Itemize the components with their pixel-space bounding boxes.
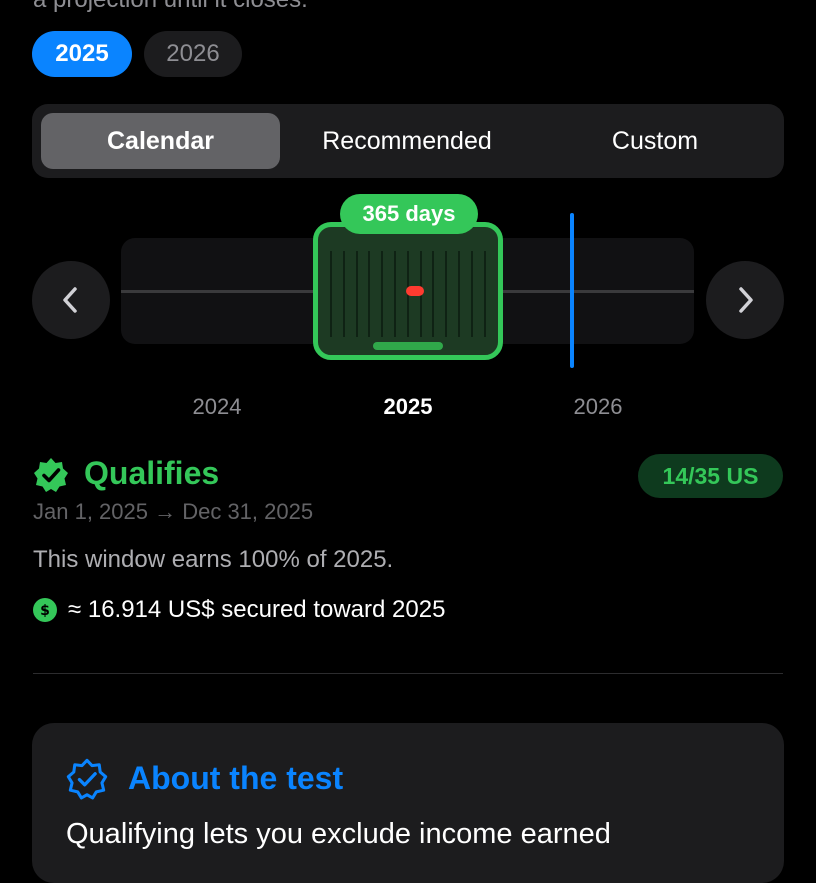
earn-description: This window earns 100% of 2025. <box>33 546 394 573</box>
window-length-badge: 365 days <box>340 194 478 234</box>
qualification-status: Qualifies <box>84 455 220 491</box>
days-count-badge: 14/35 US <box>638 454 783 498</box>
previous-button[interactable] <box>32 261 110 339</box>
window-month-tick <box>445 251 448 337</box>
axis-label-2024: 2024 <box>192 394 242 419</box>
checkmark-seal-icon <box>34 458 68 492</box>
segment-custom[interactable]: Custom <box>532 113 778 169</box>
window-month-tick <box>330 251 332 337</box>
previous-section-text: a projection until it closes. <box>33 0 308 14</box>
about-body: Qualifying lets you exclude income earne… <box>66 818 611 850</box>
segment-calendar[interactable]: Calendar <box>41 113 280 169</box>
svg-text:$: $ <box>40 603 50 619</box>
year-pill-2026[interactable]: 2026 <box>144 31 242 77</box>
today-indicator <box>570 213 574 368</box>
checkmark-seal-outline-icon <box>66 758 108 800</box>
chevron-left-icon <box>63 287 77 313</box>
section-divider <box>33 673 783 674</box>
window-today-marker <box>406 286 424 296</box>
window-month-tick <box>368 251 371 337</box>
window-month-tick <box>470 251 473 337</box>
axis-label-2026: 2026 <box>573 394 623 419</box>
window-month-tick <box>483 251 486 337</box>
about-card <box>32 723 784 883</box>
window-month-tick <box>342 251 345 337</box>
segment-recommended[interactable]: Recommended <box>282 113 532 169</box>
window-month-tick <box>381 251 384 337</box>
window-month-tick <box>394 251 396 337</box>
window-drag-handle[interactable] <box>373 342 443 350</box>
window-month-tick <box>458 251 460 337</box>
mode-segmented-control: Calendar Recommended Custom <box>32 104 784 178</box>
window-month-tick <box>432 251 435 337</box>
window-date-range: Jan 1, 2025 → Dec 31, 2025 <box>33 499 314 524</box>
year-pill-2025[interactable]: 2025 <box>32 31 132 77</box>
about-title: About the test <box>128 760 344 796</box>
chevron-right-icon <box>739 287 753 313</box>
secured-amount: ≈ 16.914 US$ secured toward 2025 <box>68 596 446 623</box>
dollar-circle-icon: $ <box>33 598 57 622</box>
next-button[interactable] <box>706 261 784 339</box>
window-month-tick <box>355 251 358 337</box>
axis-label-2025: 2025 <box>383 394 433 419</box>
